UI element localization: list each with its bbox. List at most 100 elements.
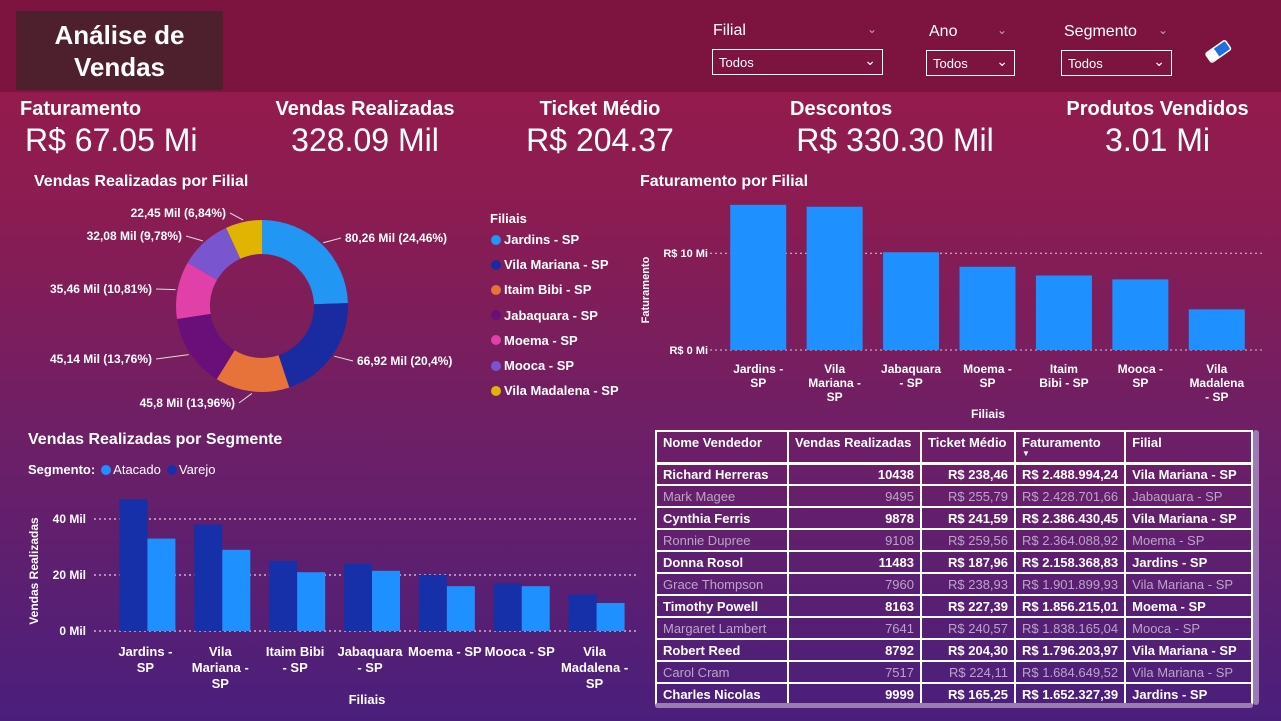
bar: [521, 586, 550, 631]
table-row[interactable]: Charles Nicolas 9999 R$ 165,25 R$ 1.652.327…: [655, 682, 1253, 705]
table-cell: Jardins - SP: [1124, 682, 1253, 705]
sellers-table[interactable]: Nome Vendedor Vendas Realizadas Ticket M…: [655, 430, 1255, 705]
kpi-produtos-vendidos: Produtos Vendidos 3.01 Mi: [1060, 98, 1255, 159]
col-nome-vendedor[interactable]: Nome Vendedor: [655, 430, 789, 464]
legend-item[interactable]: Jardins - SP: [491, 232, 579, 247]
y-tick-label: R$ 0 Mi: [669, 345, 708, 357]
x-tick-label: Jabaquara: [337, 644, 403, 659]
x-tick-label: Madalena -: [561, 660, 628, 675]
y-axis-title: Vendas Realizadas: [27, 517, 41, 625]
bar: [1188, 309, 1245, 350]
bar: [222, 549, 251, 631]
legend-dot: [491, 335, 501, 346]
table-cell: Grace Thompson: [655, 572, 789, 596]
y-tick-label: 20 Mil: [53, 568, 86, 582]
legend-label: Jabaquara - SP: [504, 307, 598, 323]
faturamento-chart-title: Faturamento por Filial: [640, 173, 809, 190]
table-cell: Vila Mariana - SP: [1124, 461, 1253, 486]
col-filial[interactable]: Filial: [1124, 430, 1253, 464]
table-cell: R$ 1.856.215,01: [1013, 594, 1127, 618]
x-tick-label: Mooca -: [1118, 362, 1163, 376]
legend-dot: [491, 360, 501, 371]
table-cell: Donna Rosol: [655, 550, 789, 574]
x-tick-label: Mooca - SP: [485, 644, 555, 659]
table-row[interactable]: Carol Cram 7517 R$ 224,11 R$ 1.684.649,52 Vi…: [655, 660, 1253, 684]
legend-item[interactable]: Vila Mariana - SP: [491, 257, 609, 272]
kpi-faturamento: Faturamento R$ 67.05 Mi: [20, 98, 210, 159]
table-row[interactable]: Richard Herreras 10438 R$ 238,46 R$ 2.488.9…: [655, 461, 1253, 486]
bar: [1112, 279, 1169, 350]
chevron-down-icon: ⌄: [864, 52, 876, 68]
x-tick-label: SP: [586, 676, 604, 691]
col-faturamento[interactable]: Faturamento ▼: [1013, 430, 1127, 464]
table-cell: Vila Mariana - SP: [1124, 638, 1253, 662]
segmento-dropdown[interactable]: Todos ⌄: [1061, 50, 1172, 76]
bar: [493, 583, 522, 631]
bar: [119, 499, 148, 631]
table-row[interactable]: Donna Rosol 11483 R$ 187,96 R$ 2.158.368,83…: [655, 550, 1253, 574]
segmento-dropdown-value: Todos: [1068, 56, 1103, 71]
bar: [147, 538, 176, 631]
sort-desc-icon[interactable]: ▼: [1022, 450, 1118, 458]
legend-item[interactable]: Vila Madalena - SP: [491, 383, 619, 398]
col-vendas-realizadas[interactable]: Vendas Realizadas: [787, 430, 922, 464]
table-row[interactable]: Robert Reed 8792 R$ 204,30 R$ 1.796.203,97 V…: [655, 638, 1253, 662]
chevron-down-icon[interactable]: ⌄: [1158, 23, 1168, 37]
chevron-down-icon[interactable]: ⌄: [997, 23, 1007, 37]
x-tick-label: Vila: [209, 644, 233, 659]
donut-legend-title: Filiais: [490, 211, 527, 226]
x-tick-label: Bibi - SP: [1039, 376, 1088, 390]
bar: [194, 524, 223, 631]
ano-dropdown-value: Todos: [933, 56, 968, 71]
x-axis-title: Filiais: [349, 692, 386, 707]
bar: [730, 204, 787, 350]
table-row[interactable]: Timothy Powell 8163 R$ 227,39 R$ 1.856.215,…: [655, 594, 1253, 618]
atacado-legend-label: Atacado: [113, 462, 161, 477]
table-row[interactable]: Cynthia Ferris 9878 R$ 241,59 R$ 2.386.430,…: [655, 506, 1253, 530]
donut-leader-line: [334, 355, 354, 362]
x-tick-label: Mariana -: [808, 376, 861, 390]
table-cell: R$ 2.428.701,66: [1013, 484, 1127, 508]
table-row[interactable]: Grace Thompson 7960 R$ 238,93 R$ 1.901.899,…: [655, 572, 1253, 596]
filial-dropdown[interactable]: Todos ⌄: [712, 49, 883, 75]
table-cell: R$ 241,59: [920, 506, 1016, 530]
ano-dropdown[interactable]: Todos ⌄: [926, 50, 1015, 76]
col-ticket-medio[interactable]: Ticket Médio: [920, 430, 1016, 464]
table-row[interactable]: Margaret Lambert 7641 R$ 240,57 R$ 1.838.16…: [655, 616, 1253, 640]
donut-chart: 80,26 Mil (24,46%) 66,92 Mil (20,4%) 45,8 …: [50, 206, 452, 410]
table-row[interactable]: Mark Magee 9495 R$ 255,79 R$ 2.428.701,66 Ja…: [655, 484, 1253, 508]
table-cell: Vila Mariana - SP: [1124, 506, 1253, 530]
atacado-legend-dot: [101, 464, 112, 475]
table-cell: Moema - SP: [1124, 594, 1253, 618]
legend-item[interactable]: Mooca - SP: [491, 358, 574, 373]
kpi-label: Faturamento: [20, 98, 142, 120]
table-cell: Charles Nicolas: [655, 682, 789, 705]
table-cell: R$ 2.364.088,92: [1013, 528, 1127, 552]
filter-filial: Filial ⌄ Todos ⌄: [712, 22, 883, 75]
eraser-icon[interactable]: [1203, 38, 1233, 64]
table-cell: R$ 2.386.430,45: [1013, 506, 1127, 530]
donut-leader-line: [155, 288, 176, 291]
table-cell: 9495: [787, 484, 922, 508]
varejo-legend-dot: [166, 464, 177, 475]
legend-item[interactable]: Jabaquara - SP: [491, 308, 598, 323]
table-cell: R$ 1.901.899,93: [1013, 572, 1127, 596]
legend-item[interactable]: Itaim Bibi - SP: [491, 282, 591, 297]
bar: [269, 561, 298, 631]
faturamento-bar-chart: R$ 0 MiR$ 10 MiFaturamentoJardins -SPVil…: [640, 204, 1265, 421]
table-row[interactable]: Ronnie Dupree 9108 R$ 259,56 R$ 2.364.088,9…: [655, 528, 1253, 552]
chevron-down-icon[interactable]: ⌄: [867, 22, 877, 36]
donut-leader-line: [323, 237, 342, 244]
horizontal-scrollbar[interactable]: [655, 703, 1253, 708]
donut-leader-line: [155, 354, 189, 360]
filter-label-filial: Filial: [713, 22, 746, 39]
y-tick-label: R$ 10 Mi: [663, 248, 708, 260]
kpi-label: Produtos Vendidos: [1066, 98, 1249, 120]
vertical-scrollbar[interactable]: [1253, 430, 1259, 705]
table-cell: Timothy Powell: [655, 594, 789, 618]
legend-item[interactable]: Moema - SP: [491, 333, 578, 348]
x-axis-title: Filiais: [971, 407, 1005, 421]
legend-dot: [491, 234, 501, 245]
donut-chart-title: Vendas Realizadas por Filial: [34, 173, 249, 190]
table-cell: R$ 1.684.649,52: [1013, 660, 1127, 684]
